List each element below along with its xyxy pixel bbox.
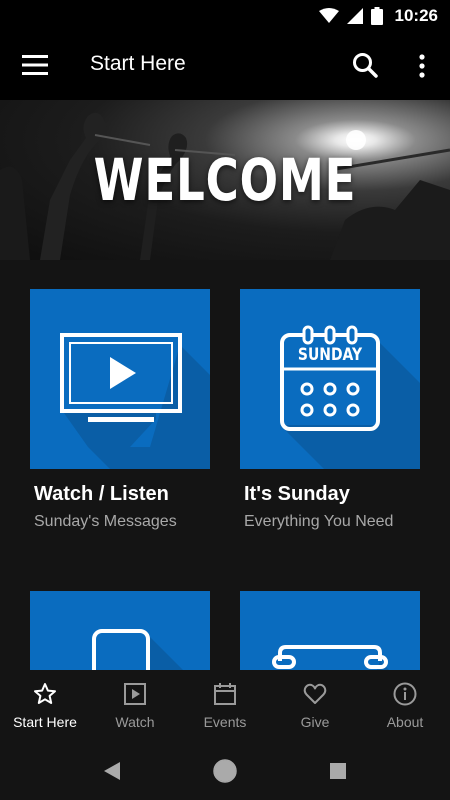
signal-icon — [346, 8, 363, 24]
nav-label: Events — [203, 714, 247, 730]
bottom-navigation: Start Here Watch Events Give About — [0, 670, 450, 742]
card-tile — [240, 591, 420, 670]
card-title: It's Sunday — [244, 483, 350, 505]
calendar-label: SUNDAY — [297, 345, 363, 365]
battery-icon — [370, 7, 383, 25]
wifi-icon — [318, 8, 339, 23]
play-icon — [124, 683, 146, 705]
calendar-icon — [280, 325, 420, 469]
tv-play-icon — [60, 333, 210, 469]
board-icon — [272, 645, 389, 670]
recents-icon[interactable] — [330, 763, 346, 779]
menu-button[interactable] — [22, 54, 48, 76]
more-vert-icon — [419, 54, 425, 78]
page-title: Start Here — [90, 52, 186, 75]
nav-label: Watch — [115, 714, 155, 730]
welcome-banner: WELCOME — [0, 100, 450, 260]
info-icon — [393, 682, 417, 706]
phone-icon — [92, 629, 183, 670]
app-bar: Start Here — [0, 32, 450, 100]
card-tile — [30, 591, 210, 670]
card-title: Watch / Listen — [34, 483, 169, 505]
search-button[interactable] — [352, 52, 378, 78]
card-tile: SUNDAY — [240, 289, 420, 469]
home-icon[interactable] — [213, 759, 237, 783]
star-icon — [34, 683, 56, 704]
nav-start-here[interactable]: Start Here — [0, 670, 90, 742]
fourth-card[interactable] — [240, 591, 420, 670]
back-icon[interactable] — [104, 762, 120, 780]
nav-about[interactable]: About — [360, 670, 450, 742]
nav-events[interactable]: Events — [180, 670, 270, 742]
system-navigation-bar — [0, 742, 450, 800]
nav-give[interactable]: Give — [270, 670, 360, 742]
nav-label: Start Here — [13, 714, 77, 730]
more-options-button[interactable] — [414, 53, 430, 79]
nav-label: Give — [300, 714, 330, 730]
status-bar: 10:26 — [0, 0, 450, 32]
card-subtitle: Sunday's Messages — [34, 513, 177, 530]
card-tile — [30, 289, 210, 469]
card-subtitle: Everything You Need — [244, 513, 394, 530]
nav-watch[interactable]: Watch — [90, 670, 180, 742]
heart-icon — [303, 683, 327, 704]
welcome-heading: WELCOME — [93, 146, 357, 214]
nav-label: About — [386, 714, 424, 730]
hamburger-icon — [22, 55, 48, 75]
status-time: 10:26 — [394, 6, 438, 25]
search-icon — [353, 53, 378, 78]
third-card[interactable] — [30, 591, 210, 670]
calendar-icon — [214, 683, 236, 705]
